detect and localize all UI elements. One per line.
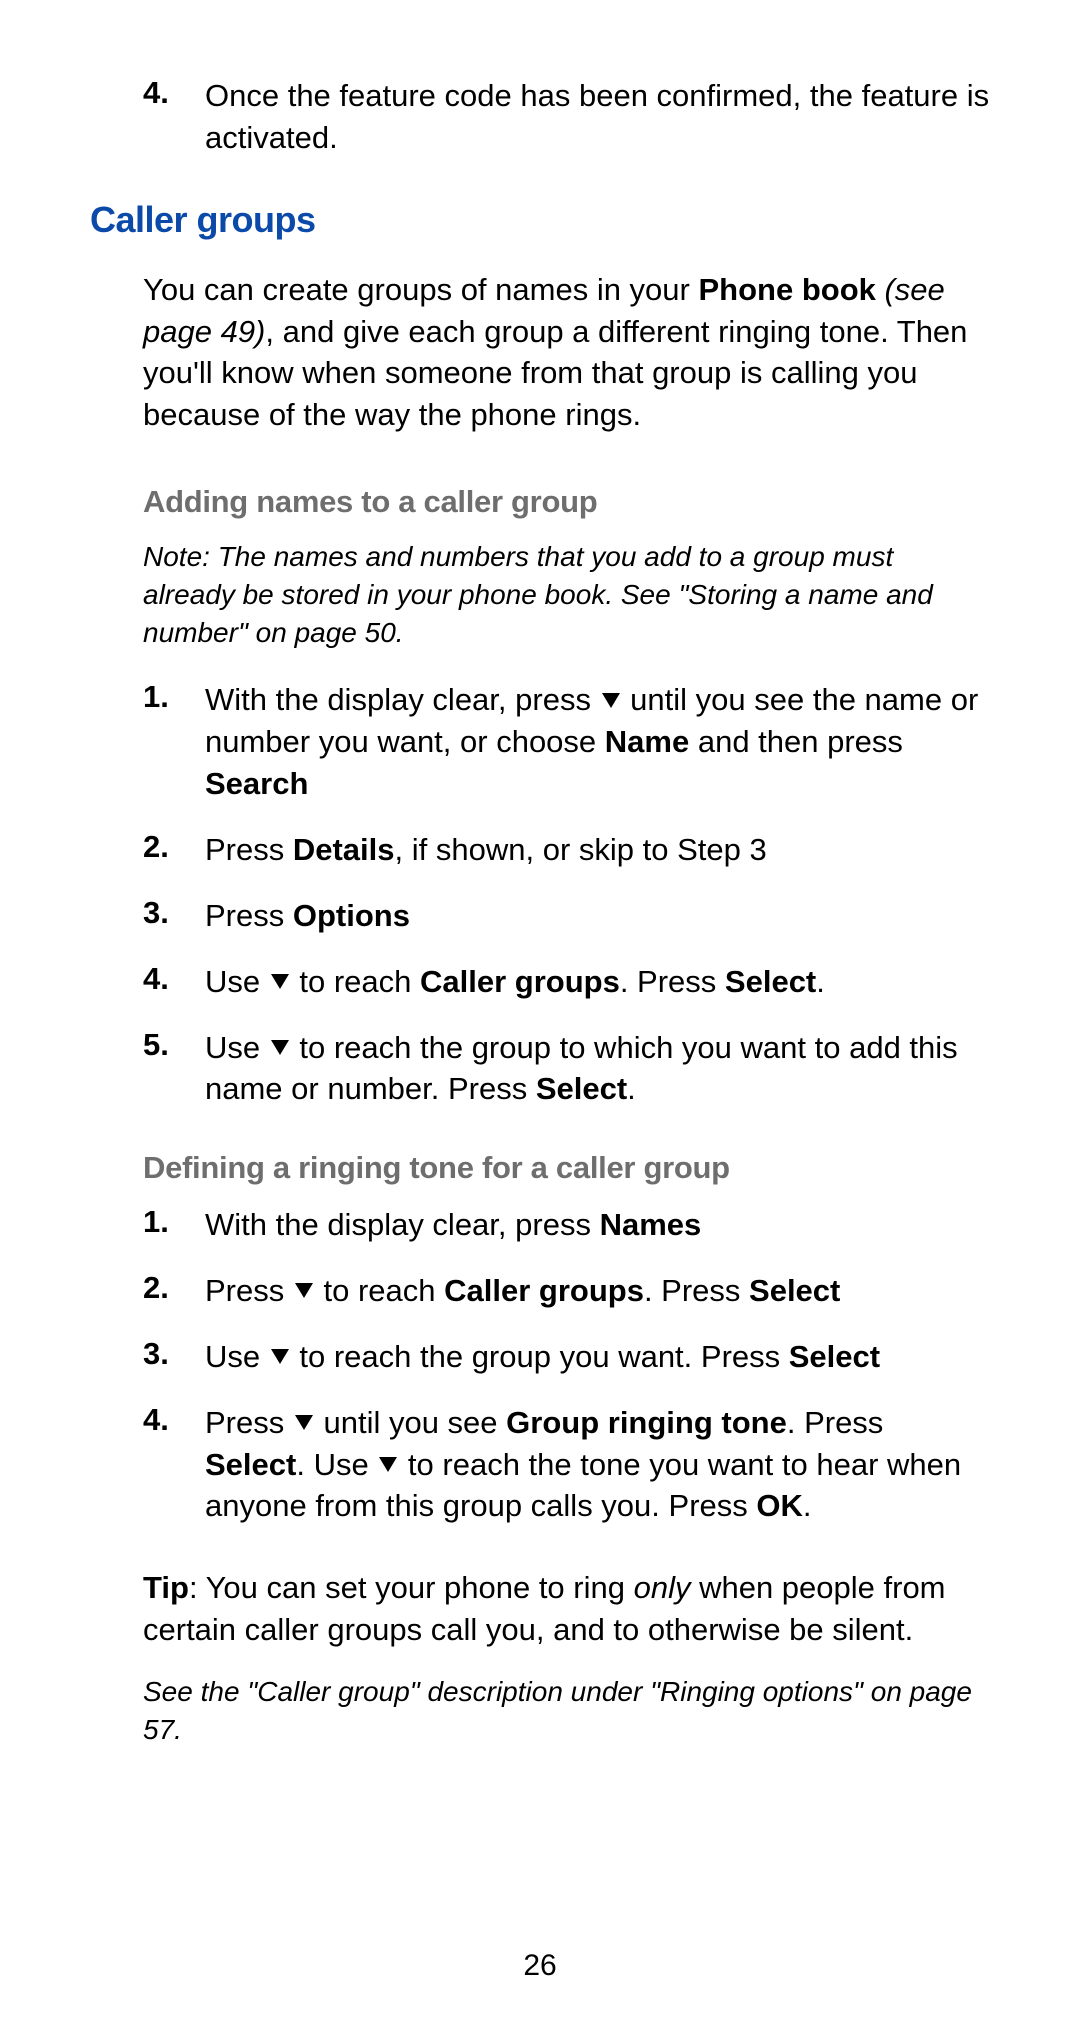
text: . Press bbox=[787, 1405, 883, 1440]
list-number: 4. bbox=[143, 75, 205, 159]
ok-bold: OK bbox=[756, 1488, 803, 1523]
list-item: 4. Use to reach Caller groups. Press Sel… bbox=[143, 961, 990, 1003]
text: , if shown, or skip to Step 3 bbox=[395, 832, 767, 867]
select-bold: Select bbox=[205, 1447, 296, 1482]
list-body: Once the feature code has been confirmed… bbox=[205, 75, 990, 159]
only-italic: only bbox=[634, 1570, 691, 1605]
list-number: 3. bbox=[143, 1336, 205, 1378]
text: . Press bbox=[644, 1273, 749, 1308]
text: . bbox=[816, 964, 825, 999]
list-number: 2. bbox=[143, 1270, 205, 1312]
manual-page: 4. Once the feature code has been confir… bbox=[0, 0, 1080, 2039]
prev-section-continued-list: 4. Once the feature code has been confir… bbox=[143, 75, 990, 159]
tip-label: Tip bbox=[143, 1570, 189, 1605]
down-arrow-icon bbox=[379, 1457, 397, 1472]
list-body: Use to reach Caller groups. Press Select… bbox=[205, 961, 990, 1003]
text: You can create groups of names in your bbox=[143, 272, 698, 307]
subheading-adding-names: Adding names to a caller group bbox=[143, 484, 990, 520]
text: : You can set your phone to ring bbox=[189, 1570, 634, 1605]
down-arrow-icon bbox=[602, 693, 620, 708]
text: Press bbox=[205, 832, 293, 867]
text: until you see bbox=[315, 1405, 506, 1440]
name-bold: Name bbox=[605, 724, 689, 759]
tip-paragraph: Tip: You can set your phone to ring only… bbox=[143, 1567, 990, 1651]
list-number: 3. bbox=[143, 895, 205, 937]
text: . bbox=[803, 1488, 812, 1523]
note-text: Note: The names and numbers that you add… bbox=[143, 538, 990, 651]
caller-groups-bold: Caller groups bbox=[420, 964, 620, 999]
section-intro: You can create groups of names in your P… bbox=[143, 269, 990, 436]
list-number: 2. bbox=[143, 829, 205, 871]
text: Use bbox=[205, 964, 269, 999]
options-bold: Options bbox=[293, 898, 410, 933]
details-bold: Details bbox=[293, 832, 395, 867]
search-bold: Search bbox=[205, 766, 308, 801]
page-number: 26 bbox=[0, 1949, 1080, 1983]
list-number: 5. bbox=[143, 1027, 205, 1111]
text: Use bbox=[205, 1030, 269, 1065]
list-body: With the display clear, press until you … bbox=[205, 679, 990, 805]
list-body: Use to reach the group you want. Press S… bbox=[205, 1336, 990, 1378]
text: to reach bbox=[315, 1273, 444, 1308]
down-arrow-icon bbox=[295, 1415, 313, 1430]
section-heading: Caller groups bbox=[90, 199, 990, 241]
down-arrow-icon bbox=[271, 974, 289, 989]
list-body: Press Details, if shown, or skip to Step… bbox=[205, 829, 990, 871]
list-item: 2. Press to reach Caller groups. Press S… bbox=[143, 1270, 990, 1312]
text: to reach the group you want. Press bbox=[291, 1339, 789, 1374]
list-number: 1. bbox=[143, 1204, 205, 1246]
cross-reference: See the "Caller group" description under… bbox=[143, 1673, 990, 1749]
list-number: 1. bbox=[143, 679, 205, 805]
text: With the display clear, press bbox=[205, 1207, 600, 1242]
text: Press bbox=[205, 1405, 293, 1440]
text: Press bbox=[205, 1273, 293, 1308]
list-item: 4. Press until you see Group ringing ton… bbox=[143, 1402, 990, 1528]
select-bold: Select bbox=[725, 964, 816, 999]
list-item: 1. With the display clear, press Names bbox=[143, 1204, 990, 1246]
defining-tone-steps: 1. With the display clear, press Names 2… bbox=[143, 1204, 990, 1527]
list-number: 4. bbox=[143, 1402, 205, 1528]
list-body: With the display clear, press Names bbox=[205, 1204, 990, 1246]
text: With the display clear, press bbox=[205, 682, 600, 717]
select-bold: Select bbox=[749, 1273, 840, 1308]
caller-groups-bold: Caller groups bbox=[444, 1273, 644, 1308]
list-body: Press to reach Caller groups. Press Sele… bbox=[205, 1270, 990, 1312]
down-arrow-icon bbox=[295, 1283, 313, 1298]
list-body: Press Options bbox=[205, 895, 990, 937]
list-item: 2. Press Details, if shown, or skip to S… bbox=[143, 829, 990, 871]
down-arrow-icon bbox=[271, 1040, 289, 1055]
text: Press bbox=[205, 898, 293, 933]
phone-book-bold: Phone book bbox=[698, 272, 875, 307]
down-arrow-icon bbox=[271, 1349, 289, 1364]
text: and then press bbox=[689, 724, 903, 759]
list-number: 4. bbox=[143, 961, 205, 1003]
list-body: Press until you see Group ringing tone. … bbox=[205, 1402, 990, 1528]
text: to reach bbox=[291, 964, 420, 999]
list-item: 3. Use to reach the group you want. Pres… bbox=[143, 1336, 990, 1378]
text: . bbox=[627, 1071, 636, 1106]
names-bold: Names bbox=[600, 1207, 702, 1242]
list-item: 5. Use to reach the group to which you w… bbox=[143, 1027, 990, 1111]
select-bold: Select bbox=[536, 1071, 627, 1106]
group-ringing-tone-bold: Group ringing tone bbox=[506, 1405, 787, 1440]
text: . Use bbox=[296, 1447, 377, 1482]
adding-names-steps: 1. With the display clear, press until y… bbox=[143, 679, 990, 1110]
list-item: 1. With the display clear, press until y… bbox=[143, 679, 990, 805]
text: Use bbox=[205, 1339, 269, 1374]
section-caller-groups: Caller groups You can create groups of n… bbox=[143, 199, 990, 1749]
text: . Press bbox=[620, 964, 725, 999]
list-item: 4. Once the feature code has been confir… bbox=[143, 75, 990, 159]
select-bold: Select bbox=[789, 1339, 880, 1374]
list-body: Use to reach the group to which you want… bbox=[205, 1027, 990, 1111]
subheading-defining-tone: Defining a ringing tone for a caller gro… bbox=[143, 1150, 990, 1186]
text: , and give each group a different ringin… bbox=[143, 314, 967, 433]
list-item: 3. Press Options bbox=[143, 895, 990, 937]
